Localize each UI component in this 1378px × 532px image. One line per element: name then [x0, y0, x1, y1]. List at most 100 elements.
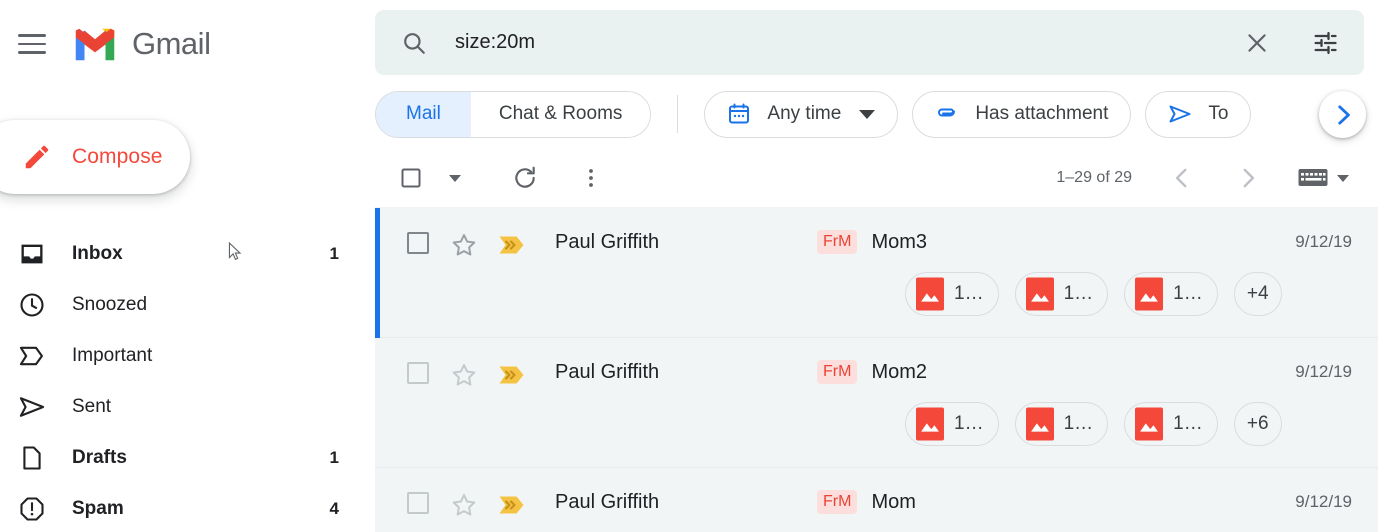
email-label-badge[interactable]: FrM — [817, 230, 858, 254]
checkbox-icon[interactable] — [407, 492, 429, 514]
chip-label: To — [1208, 103, 1229, 124]
sidebar-item-count: 1 — [329, 243, 339, 263]
attachment-chip[interactable]: 1… — [905, 402, 999, 446]
next-page-button[interactable] — [1226, 156, 1270, 200]
email-subject: Mom3 — [871, 230, 928, 253]
select-all-checkbox[interactable] — [389, 156, 433, 200]
email-label-badge[interactable]: FrM — [817, 490, 858, 514]
gmail-app: Gmail Compose Inbox 1 Snoozed Important … — [0, 0, 1378, 532]
sidebar-item-drafts[interactable]: Drafts 1 — [0, 432, 375, 483]
chip-label: Has attachment — [975, 103, 1109, 124]
sidebar-item-spam[interactable]: Spam 4 — [0, 483, 375, 532]
checkbox-icon[interactable] — [407, 362, 429, 384]
image-file-icon — [1025, 407, 1054, 441]
clock-icon — [20, 292, 44, 317]
email-date: 9/12/19 — [1295, 232, 1352, 251]
gmail-brand[interactable]: Gmail — [72, 26, 211, 62]
email-sender: Paul Griffith — [555, 231, 660, 253]
image-file-icon — [1135, 277, 1164, 311]
sidebar-item-sent[interactable]: Sent — [0, 381, 375, 432]
previous-page-button[interactable] — [1160, 156, 1204, 200]
more-options-button[interactable] — [569, 156, 613, 200]
search-bar[interactable] — [375, 10, 1364, 75]
sidebar-item-label: Important — [72, 344, 153, 366]
sidebar-item-inbox[interactable]: Inbox 1 — [0, 228, 375, 279]
sidebar-item-snoozed[interactable]: Snoozed — [0, 279, 375, 330]
keyboard-shortcuts-button[interactable] — [1296, 156, 1330, 200]
email-date-column: 9/12/19 — [1250, 230, 1378, 338]
compose-button[interactable]: Compose — [0, 120, 190, 194]
row-controls — [407, 230, 525, 338]
sidebar-item-label: Inbox — [72, 242, 123, 264]
attachment-name: 1… — [1063, 413, 1094, 434]
important-marker-icon[interactable] — [499, 235, 525, 255]
sidebar-item-count: 1 — [329, 447, 339, 467]
chip-any-time[interactable]: Any time — [704, 90, 899, 138]
scroll-filters-right-button[interactable] — [1319, 91, 1366, 138]
sidebar-item-important[interactable]: Important — [0, 330, 375, 381]
chip-to[interactable]: To — [1145, 90, 1252, 138]
search-input[interactable] — [455, 31, 1240, 54]
star-outline-icon[interactable] — [451, 232, 477, 258]
email-sender: Paul Griffith — [555, 491, 660, 513]
attachment-name: 1… — [1173, 413, 1203, 434]
chip-has-attachment[interactable]: Has attachment — [912, 90, 1132, 138]
image-file-icon — [916, 277, 944, 311]
row-controls — [407, 490, 525, 532]
attachment-name: 1… — [954, 413, 984, 434]
attachment-list: 1… 1… — [905, 272, 1282, 316]
paperclip-icon — [938, 108, 956, 117]
search-options-button[interactable] — [1308, 26, 1342, 60]
sidebar-item-count: 4 — [329, 498, 339, 518]
attachment-chip[interactable]: 1… — [1014, 272, 1109, 316]
star-outline-icon[interactable] — [451, 492, 477, 518]
tab-label: Chat & Rooms — [498, 103, 623, 124]
checkbox-icon — [401, 168, 421, 188]
chevron-down-icon — [1337, 174, 1349, 182]
attachment-chip[interactable]: 1… — [1014, 402, 1109, 446]
email-label-badge[interactable]: FrM — [817, 360, 858, 384]
important-marker-icon[interactable] — [499, 365, 525, 385]
alert-icon — [20, 496, 44, 521]
checkbox-icon[interactable] — [407, 232, 429, 254]
tab-chat-rooms[interactable]: Chat & Rooms — [470, 91, 651, 137]
send-icon — [1169, 105, 1191, 123]
divider — [677, 95, 679, 133]
sidebar-item-label: Drafts — [72, 446, 127, 468]
page-range-text: 1–29 of 29 — [1056, 169, 1132, 186]
attachment-chip[interactable]: 1… — [1124, 402, 1218, 446]
keyboard-dropdown[interactable] — [1330, 156, 1356, 200]
star-outline-icon[interactable] — [451, 362, 477, 388]
close-icon — [1248, 33, 1266, 52]
gmail-logo-icon — [75, 28, 115, 60]
inbox-icon — [21, 244, 43, 263]
tab-mail[interactable]: Mail — [376, 91, 471, 137]
table-row[interactable]: Paul Griffith FrM Mom 9/12/19 — [375, 468, 1378, 532]
mouse-cursor — [228, 242, 242, 261]
tune-icon — [1314, 31, 1337, 54]
image-file-icon — [1135, 407, 1164, 441]
important-marker-icon[interactable] — [499, 495, 525, 515]
table-row[interactable]: Paul Griffith FrM Mom2 1… 1… 1… +6 9/12/… — [375, 338, 1378, 468]
type-segmented-control: Mail Chat & Rooms — [375, 90, 652, 138]
attachment-name: 1… — [954, 283, 984, 304]
attachment-chip[interactable]: 1… — [1124, 272, 1218, 316]
select-all-dropdown[interactable] — [433, 156, 477, 200]
email-sender: Paul Griffith — [555, 361, 660, 383]
chevron-down-icon — [859, 109, 876, 119]
chevron-right-icon — [1337, 104, 1350, 125]
hamburger-menu-icon[interactable] — [8, 20, 56, 68]
send-icon — [19, 396, 45, 417]
attachment-chip[interactable]: 1… — [905, 272, 999, 316]
sidebar: Gmail Compose Inbox 1 Snoozed Important … — [0, 0, 375, 532]
document-icon — [23, 445, 41, 470]
search-icon — [404, 32, 425, 54]
image-file-icon — [1025, 277, 1054, 311]
table-row[interactable]: Paul Griffith FrM Mom3 1… 1… 1… +4 9/12/… — [375, 208, 1378, 338]
compose-label: Compose — [72, 145, 163, 168]
attachment-name: 1… — [1173, 283, 1203, 304]
important-icon — [19, 346, 43, 365]
filter-chips-row: Mail Chat & Rooms Any time Has attachmen… — [375, 79, 1378, 149]
clear-search-button[interactable] — [1240, 26, 1274, 60]
refresh-button[interactable] — [503, 156, 547, 200]
